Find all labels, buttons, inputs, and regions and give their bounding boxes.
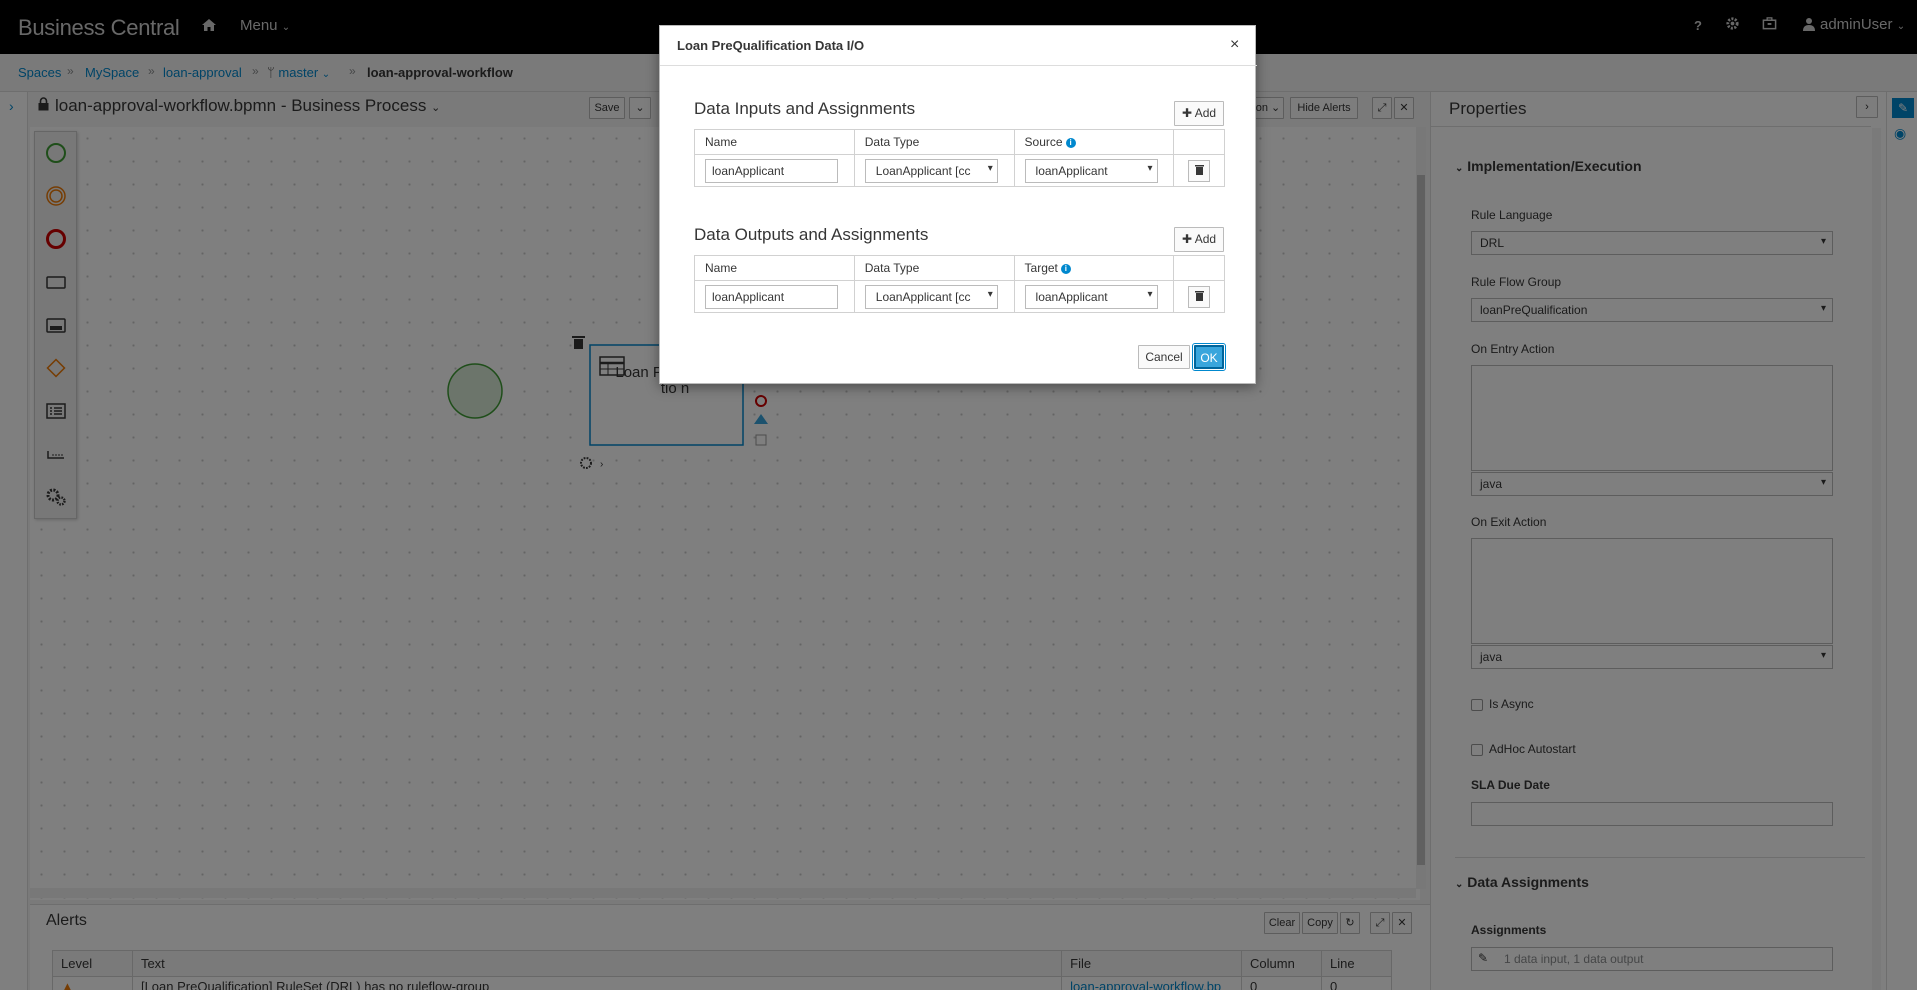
source-label: Source	[1024, 135, 1063, 149]
column-header-actions	[1173, 129, 1225, 155]
input-name-field[interactable]: loanApplicant	[705, 158, 838, 183]
add-input-label: Add	[1194, 106, 1217, 120]
chevron-down-icon: ▾	[1145, 288, 1153, 300]
delete-input-button[interactable]	[1188, 159, 1211, 182]
cancel-button[interactable]: Cancel	[1138, 345, 1190, 369]
column-header-target: Target i	[1013, 255, 1175, 281]
plus-icon: ✚	[1181, 232, 1193, 246]
column-header-data-type: Data Type	[853, 255, 1015, 281]
output-target-select[interactable]: loanApplicant ▾	[1024, 284, 1158, 309]
output-data-type-select[interactable]: LoanApplicant [cc ▾	[864, 284, 998, 309]
input-data-type-select[interactable]: LoanApplicant [cc ▾	[864, 158, 998, 183]
add-input-button[interactable]: ✚ Add	[1174, 101, 1224, 126]
target-label: Target	[1024, 261, 1058, 275]
add-output-button[interactable]: ✚ Add	[1174, 227, 1224, 252]
add-output-label: Add	[1194, 232, 1217, 246]
info-icon[interactable]: i	[1060, 263, 1071, 274]
inputs-table: Name Data Type Source i loanApplicant Loa…	[694, 129, 1225, 187]
dialog-header: Loan PreQualification Data I/O ×	[660, 26, 1257, 66]
inputs-heading: Data Inputs and Assignments	[694, 99, 916, 118]
data-io-dialog: Loan PreQualification Data I/O × Data In…	[659, 25, 1257, 384]
delete-output-button[interactable]	[1188, 285, 1211, 308]
chevron-down-icon: ▾	[985, 162, 993, 174]
table-row: loanApplicant LoanApplicant [cc ▾ loanApp…	[694, 280, 1225, 313]
input-data-type-value: LoanApplicant [cc	[875, 163, 971, 178]
column-header-name: Name	[694, 255, 855, 281]
column-header-data-type: Data Type	[853, 129, 1015, 155]
output-data-type-value: LoanApplicant [cc	[875, 289, 971, 304]
dialog-title: Loan PreQualification Data I/O	[677, 38, 865, 53]
input-source-select[interactable]: loanApplicant ▾	[1024, 158, 1158, 183]
column-header-actions	[1173, 255, 1225, 281]
outputs-heading: Data Outputs and Assignments	[694, 225, 929, 244]
outputs-table: Name Data Type Target i loanApplicant Loa…	[694, 255, 1225, 313]
chevron-down-icon: ▾	[985, 288, 993, 300]
close-icon[interactable]: ×	[1230, 36, 1239, 54]
column-header-source: Source i	[1013, 129, 1175, 155]
ok-button[interactable]: OK	[1192, 343, 1226, 371]
chevron-down-icon: ▾	[1145, 162, 1153, 174]
info-icon[interactable]: i	[1065, 137, 1076, 148]
trash-icon	[1194, 290, 1204, 301]
table-row: loanApplicant LoanApplicant [cc ▾ loanApp…	[694, 154, 1225, 187]
input-source-value: loanApplicant	[1035, 163, 1108, 178]
plus-icon: ✚	[1181, 106, 1193, 120]
output-target-value: loanApplicant	[1035, 289, 1108, 304]
column-header-name: Name	[694, 129, 855, 155]
output-name-field[interactable]: loanApplicant	[705, 284, 838, 309]
trash-icon	[1194, 164, 1204, 175]
